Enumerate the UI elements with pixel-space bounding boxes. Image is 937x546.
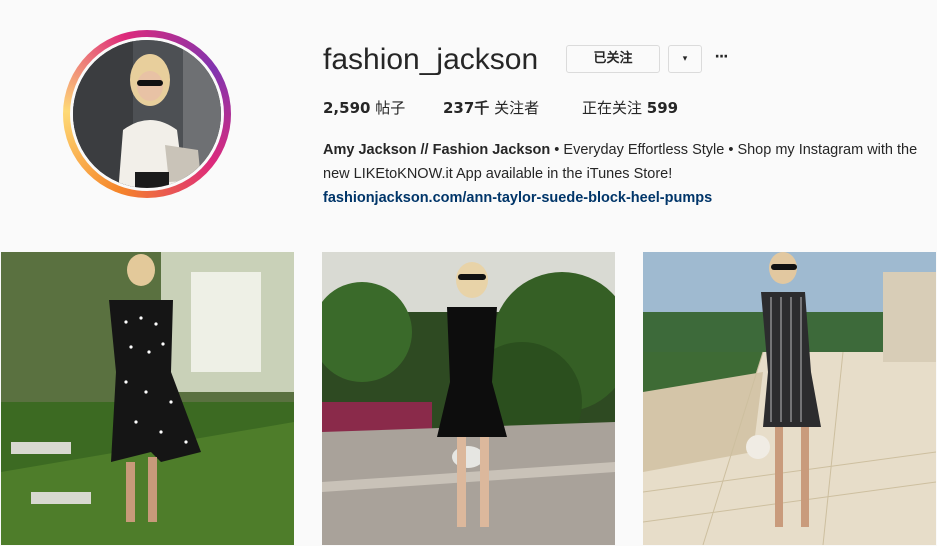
website-link[interactable]: fashionjackson.com/ann-taylor-suede-bloc… bbox=[323, 186, 923, 210]
post-thumbnail[interactable] bbox=[1, 252, 294, 545]
avatar-photo bbox=[73, 40, 221, 188]
chevron-down-icon: ▾ bbox=[682, 54, 688, 64]
followers-stat[interactable]: 237千 关注者 bbox=[443, 97, 539, 118]
post-thumbnail[interactable] bbox=[643, 252, 936, 545]
options-button[interactable]: ··· bbox=[710, 45, 732, 71]
avatar[interactable] bbox=[70, 37, 224, 191]
followers-label: 关注者 bbox=[489, 99, 540, 117]
post-thumbnail[interactable] bbox=[322, 252, 615, 545]
more-icon: ··· bbox=[714, 49, 729, 65]
photo-striped-dress-icon bbox=[643, 252, 936, 545]
suggestions-dropdown-button[interactable]: ▾ bbox=[668, 45, 702, 73]
story-ring[interactable] bbox=[63, 30, 231, 198]
following-count: 599 bbox=[646, 99, 679, 117]
username: fashion_jackson bbox=[323, 43, 539, 76]
following-stat[interactable]: 正在关注 599 bbox=[582, 97, 678, 118]
followers-count: 237千 bbox=[443, 99, 490, 117]
full-name: Amy Jackson // Fashion Jackson bbox=[323, 142, 551, 158]
photo-black-dress-icon bbox=[322, 252, 615, 545]
following-label: 正在关注 bbox=[582, 99, 647, 117]
photo-polka-dot-dress-icon bbox=[1, 252, 294, 545]
posts-stat: 2,590 帖子 bbox=[323, 97, 405, 118]
posts-count: 2,590 bbox=[323, 99, 371, 117]
posts-label: 帖子 bbox=[370, 99, 406, 117]
profile-bio: Amy Jackson // Fashion Jackson • Everyda… bbox=[323, 138, 923, 210]
following-button[interactable]: 已关注 bbox=[566, 45, 660, 73]
